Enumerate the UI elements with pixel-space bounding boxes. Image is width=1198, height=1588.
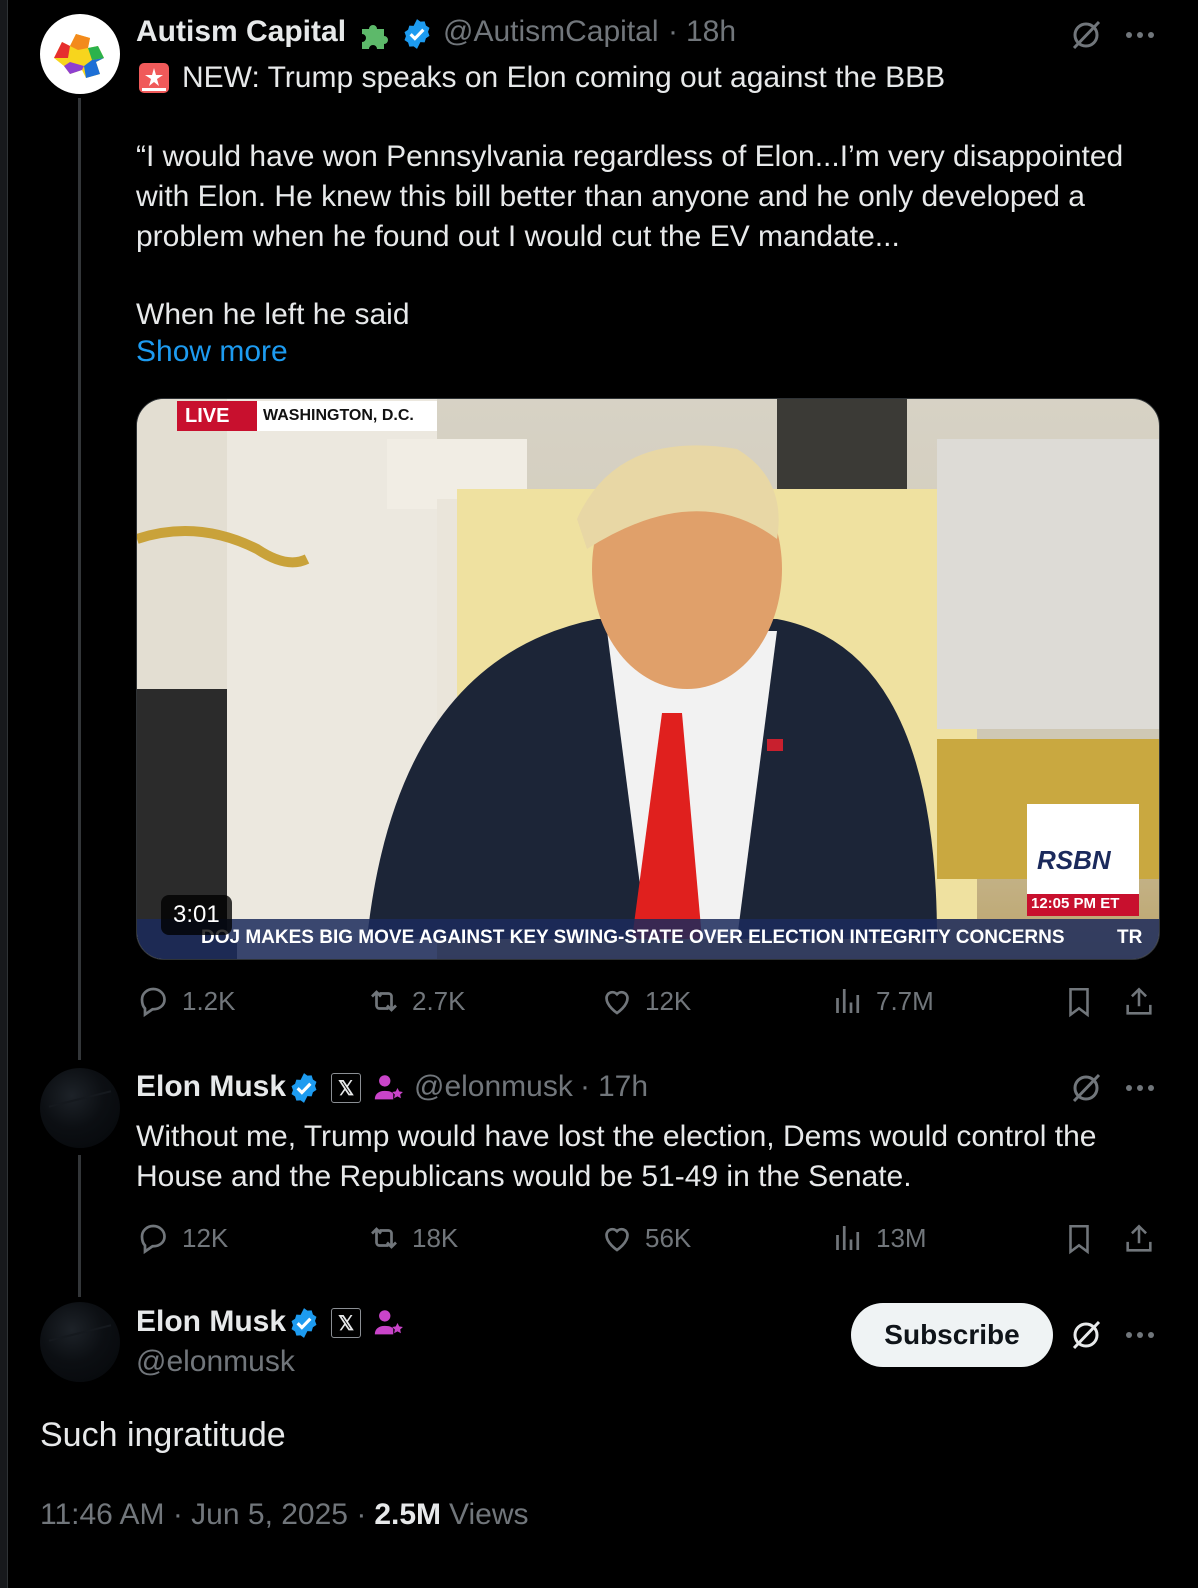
repost-icon (371, 990, 397, 1012)
author-name[interactable]: Elon Musk (136, 1070, 286, 1104)
clock-label: 12:05 PM ET (1031, 895, 1120, 912)
tweet-paragraph-2: When he left he said (136, 298, 410, 331)
post-timestamp[interactable]: 11:46 AM · Jun 5, 2025 · (40, 1498, 366, 1532)
reply-count: 12K (182, 1222, 229, 1253)
share-icon[interactable] (1120, 1220, 1158, 1258)
post-meta: 11:46 AM · Jun 5, 2025 · 2.5M Views (40, 1498, 529, 1532)
show-more-link[interactable]: Show more (136, 335, 288, 369)
post-time[interactable]: 17h (598, 1070, 648, 1104)
video-player[interactable]: LIVE WASHINGTON, D.C. DOJ MAKES BIG MOVE… (136, 398, 1160, 960)
tweet-headline: NEW: Trump speaks on Elon coming out aga… (182, 61, 946, 94)
thread-line-2 (78, 1155, 81, 1297)
repost-count: 18K (412, 1222, 459, 1253)
share-icon[interactable] (1120, 983, 1158, 1021)
repost-button[interactable]: 2.7K (366, 983, 466, 1019)
ticker-tail: TR (1117, 927, 1143, 948)
x-affiliate-badge: 𝕏 (331, 1073, 361, 1103)
live-label: LIVE (185, 405, 230, 427)
view-count: 13M (876, 1222, 927, 1253)
repost-button[interactable]: 18K (366, 1220, 458, 1256)
window-edge (0, 0, 7, 1588)
x-affiliate-badge: 𝕏 (331, 1308, 361, 1338)
views-count: 2.5M (374, 1498, 442, 1531)
video-frame (137, 399, 1159, 959)
views-button[interactable]: 13M (830, 1220, 927, 1256)
grok-icon[interactable] (1066, 15, 1106, 55)
views-button[interactable]: 7.7M (830, 983, 934, 1019)
window-edge-line (7, 0, 8, 1588)
like-count: 12K (645, 985, 692, 1016)
grok-icon[interactable] (1066, 1068, 1106, 1108)
author-name[interactable]: Elon Musk (136, 1305, 286, 1339)
siren-icon (136, 60, 172, 101)
like-icon (605, 1227, 629, 1252)
author-handle[interactable]: @AutismCapital (443, 15, 659, 49)
avatar-elon-musk[interactable] (40, 1068, 120, 1148)
video-duration: 3:01 (161, 895, 232, 935)
author-handle[interactable]: @elonmusk (136, 1345, 295, 1379)
more-icon[interactable] (1120, 15, 1160, 55)
affiliate-person-icon (372, 1306, 406, 1345)
grok-icon[interactable] (1066, 1315, 1106, 1355)
puzzle-logo (54, 34, 104, 78)
puzzle-icon (356, 17, 390, 56)
thread-line (78, 98, 81, 1060)
avatar-elon-musk[interactable] (40, 1302, 120, 1382)
avatar-autism-capital[interactable] (40, 14, 120, 94)
separator: · (580, 1070, 590, 1103)
like-icon (605, 990, 629, 1015)
affiliate-person-icon (372, 1071, 406, 1110)
repost-count: 2.7K (412, 985, 466, 1016)
bookmark-icon[interactable] (1060, 983, 1098, 1021)
repost-icon (371, 1227, 397, 1249)
reply-count: 1.2K (182, 985, 236, 1016)
subscribe-button[interactable]: Subscribe (851, 1303, 1053, 1367)
more-icon[interactable] (1120, 1315, 1160, 1355)
verified-icon (287, 1306, 321, 1340)
verified-icon (400, 17, 434, 51)
views-icon (836, 989, 860, 1013)
more-icon[interactable] (1120, 1068, 1160, 1108)
views-label: Views (449, 1498, 529, 1531)
author-handle[interactable]: @elonmusk (414, 1070, 573, 1104)
tweet-text: Without me, Trump would have lost the el… (136, 1120, 1097, 1193)
verified-icon (287, 1071, 321, 1105)
view-count: 7.7M (876, 985, 934, 1016)
like-button[interactable]: 56K (599, 1220, 691, 1256)
reply-icon (140, 987, 166, 1018)
location-label: WASHINGTON, D.C. (263, 407, 414, 424)
ticker-text: DOJ MAKES BIG MOVE AGAINST KEY SWING-STA… (201, 927, 1065, 948)
views-icon (836, 1226, 860, 1250)
separator: · (668, 15, 678, 48)
like-count: 56K (645, 1222, 692, 1253)
like-button[interactable]: 12K (599, 983, 691, 1019)
bookmark-icon[interactable] (1060, 1220, 1098, 1258)
network-logo-text: RSBN (1037, 845, 1111, 875)
reply-button[interactable]: 1.2K (136, 983, 236, 1019)
post-time[interactable]: 18h (686, 15, 736, 49)
main-tweet-text: Such ingratitude (40, 1416, 286, 1454)
author-name[interactable]: Autism Capital (136, 15, 346, 49)
tweet-paragraph: “I would have won Pennsylvania regardles… (136, 140, 1124, 253)
reply-button[interactable]: 12K (136, 1220, 228, 1256)
reply-icon (140, 1224, 166, 1255)
